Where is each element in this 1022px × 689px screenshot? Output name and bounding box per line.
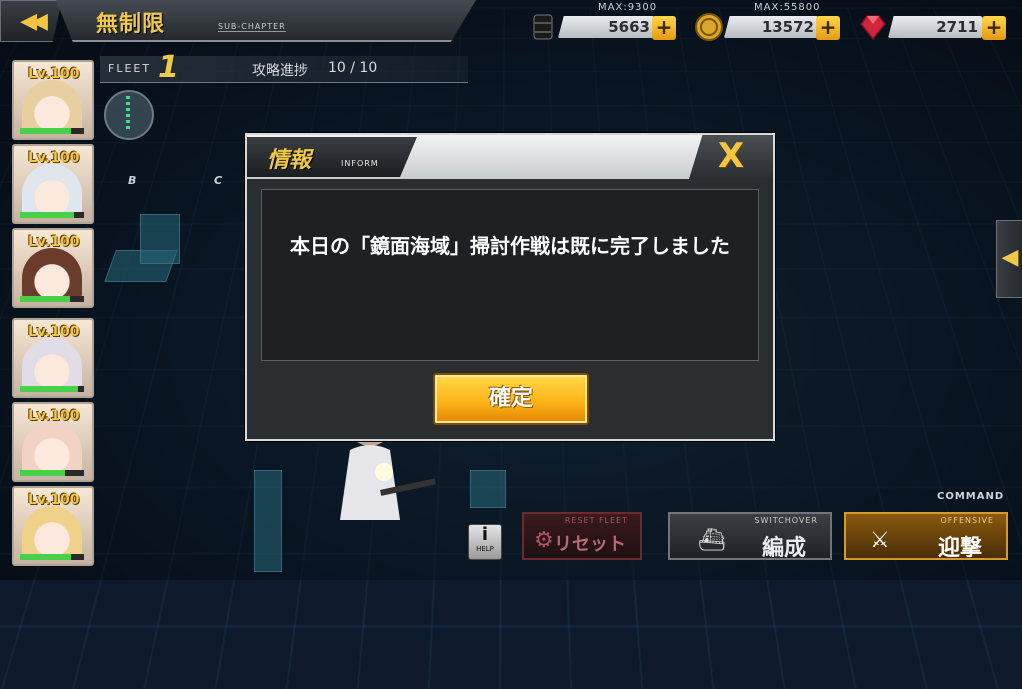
fleet-member-card[interactable]: Lv.100 [12, 486, 94, 566]
resource-gold: MAX:55800 13572 + [694, 2, 844, 41]
formation-label: 編成 [761, 536, 806, 561]
engage-label: 迎撃 [937, 536, 982, 561]
character-portrait [22, 422, 82, 474]
map-axis-label: B [128, 174, 137, 187]
character-portrait [22, 80, 82, 132]
hp-bar [20, 470, 84, 476]
reset-label: リセット [554, 534, 626, 555]
back-button[interactable]: ◀◀ [0, 0, 62, 42]
fleet-label: FLEET [108, 62, 152, 75]
fleet-member-card[interactable]: Lv.100 [12, 402, 94, 482]
hp-bar-fill [20, 128, 72, 134]
ship-icon: ⛴ [698, 528, 726, 553]
character-portrait [22, 248, 82, 300]
character-portrait [22, 506, 82, 558]
gold-max: MAX:55800 [754, 2, 821, 13]
reset-tag: RESET FLEET [564, 516, 628, 525]
chevron-left-icon: ◀ [1001, 245, 1019, 270]
level-badge: Lv.100 [28, 408, 80, 424]
engage-button[interactable]: OFFENSIVE ⚔ 迎撃 [844, 512, 1008, 560]
gold-value: 13572 [761, 18, 814, 36]
gear-icon: ⚙ [534, 528, 554, 553]
level-badge: Lv.100 [28, 492, 80, 508]
page-title: 無制限 [96, 12, 166, 37]
top-bar: ◀◀ 無制限 SUB-CHAPTER MAX:9300 5663 + MAX:5… [0, 0, 1022, 44]
oil-barrel-icon [533, 14, 553, 40]
fleet-number: 1 [158, 50, 179, 85]
gem-value: 2711 [936, 18, 978, 36]
fleet-member-card[interactable]: Lv.100 [12, 60, 94, 140]
sub-chapter-label: SUB-CHAPTER [218, 22, 286, 32]
level-badge: Lv.100 [28, 234, 80, 250]
hp-bar-fill [20, 386, 78, 392]
level-badge: Lv.100 [28, 66, 80, 82]
add-gem-button[interactable]: + [982, 16, 1006, 40]
progress-value: 10 / 10 [328, 60, 378, 76]
add-gold-button[interactable]: + [816, 16, 840, 40]
dialog-subtitle: INFORM [341, 159, 379, 168]
info-dialog: 情報 INFORM X 本日の「鏡面海域」掃討作戦は既に完了しました 確定 [245, 133, 775, 441]
gold-coin-icon [695, 13, 723, 41]
oil-value: 5663 [608, 18, 650, 36]
info-icon: i [481, 524, 489, 545]
double-chevron-left-icon: ◀◀ [20, 8, 48, 34]
hp-bar [20, 386, 84, 392]
dialog-body: 本日の「鏡面海域」掃討作戦は既に完了しました [261, 189, 759, 361]
fleet-member-card[interactable]: Lv.100 [12, 228, 94, 308]
dialog-title: 情報 [267, 148, 312, 173]
hp-bar [20, 296, 84, 302]
gem-icon [860, 15, 886, 41]
close-button[interactable]: X [689, 135, 773, 179]
fleet-header: FLEET 1 攻略進捗 10 / 10 [100, 50, 468, 85]
oil-max: MAX:9300 [598, 2, 658, 13]
hp-bar-fill [20, 296, 70, 302]
hp-bar [20, 212, 84, 218]
command-label: COMMAND [937, 491, 1005, 502]
offensive-tag: OFFENSIVE [940, 516, 994, 525]
character-portrait [22, 164, 82, 216]
hp-bar-fill [20, 554, 72, 560]
progress-label: 攻略進捗 [252, 63, 308, 79]
side-panel-toggle[interactable]: ◀ [996, 220, 1022, 298]
hp-bar-fill [20, 470, 65, 476]
hp-bar [20, 554, 84, 560]
map-axis-label: C [214, 174, 223, 187]
character-portrait [22, 338, 82, 390]
hp-bar [20, 128, 84, 134]
level-badge: Lv.100 [28, 324, 80, 340]
level-badge: Lv.100 [28, 150, 80, 166]
fleet-member-card[interactable]: Lv.100 [12, 144, 94, 224]
fleet-member-card[interactable]: Lv.100 [12, 318, 94, 398]
close-icon: X [717, 136, 745, 176]
dialog-header: 情報 INFORM X [247, 135, 773, 179]
resource-gem: 2711 + [858, 6, 1008, 41]
dialog-message: 本日の「鏡面海域」掃討作戦は既に完了しました [290, 234, 730, 258]
formation-button[interactable]: SWITCHOVER ⛴ 編成 [668, 512, 832, 560]
switchover-tag: SWITCHOVER [754, 516, 818, 525]
help-button[interactable]: i HELP [468, 524, 502, 560]
radar-icon[interactable] [104, 90, 154, 140]
add-oil-button[interactable]: + [652, 16, 676, 40]
resource-oil: MAX:9300 5663 + [528, 2, 680, 40]
crossed-swords-icon: ⚔ [870, 528, 890, 553]
confirm-button[interactable]: 確定 [433, 373, 589, 425]
reset-fleet-button[interactable]: RESET FLEET ⚙ リセット [522, 512, 642, 560]
hp-bar-fill [20, 212, 75, 218]
help-label: HELP [476, 545, 494, 553]
